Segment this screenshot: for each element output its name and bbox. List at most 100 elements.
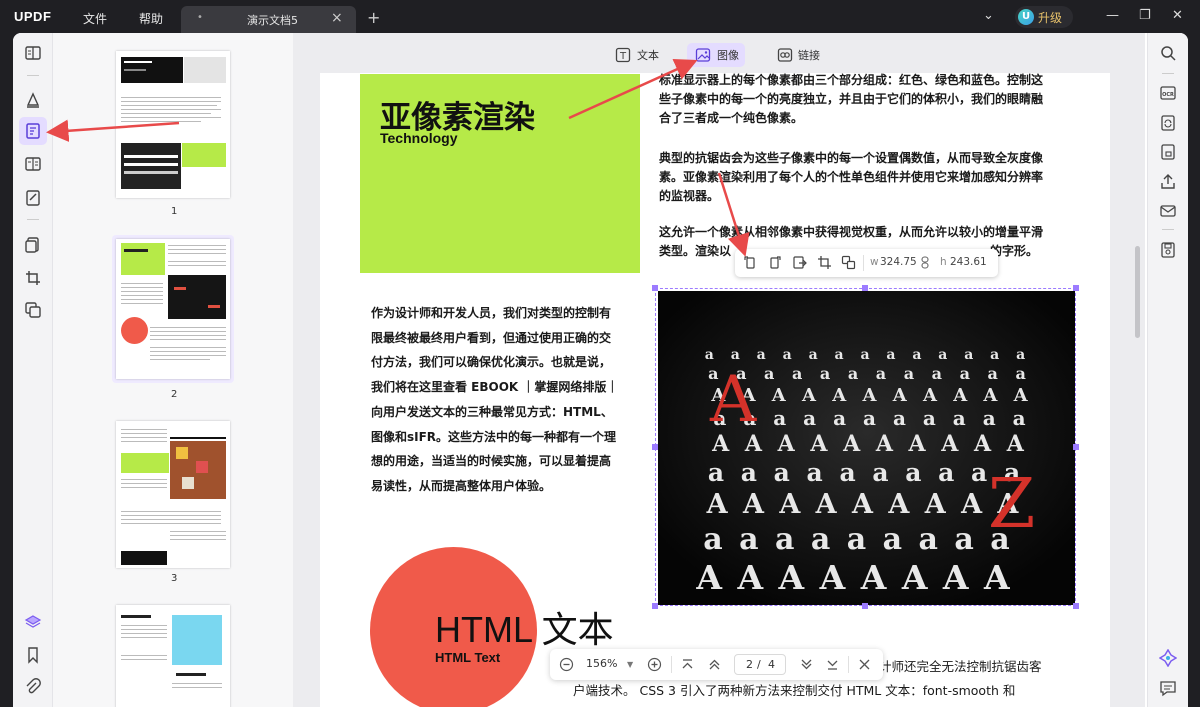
page-thumbnail-2[interactable] [116,239,230,379]
height-value[interactable]: 243.61 [950,256,987,268]
resize-handle[interactable] [862,285,868,291]
image-edit-toolbar: w 324.75 h 243.61 [735,249,998,277]
page-number-1: 1 [171,206,178,217]
svg-text:OCR: OCR [1162,92,1174,98]
resize-handle[interactable] [652,444,658,450]
fill-sign-icon[interactable] [24,189,42,207]
text-line: 我们将在这里查看 EBOOK ｜掌握网络排版｜ [371,380,619,395]
convert-pdf-icon[interactable] [1159,114,1177,132]
right-paragraph-2[interactable]: 典型的抗锯齿会为这些子像素中的每一个设置偶数值，从而导致全灰度像 素。亚像素渲染… [659,149,1077,206]
crop-page-icon[interactable] [24,269,42,287]
html-text-title[interactable]: HTML 文本 [435,601,614,653]
document-tab[interactable]: • 演示文档5 × [181,6,356,33]
chevron-down-icon[interactable]: ⌄ [983,8,994,23]
total-pages: 4 [768,658,775,671]
page-input-box[interactable]: 2 / 4 [734,654,786,675]
ocr-icon[interactable]: OCR [1159,84,1177,102]
image-selection-box[interactable] [655,288,1076,606]
share-icon[interactable] [1159,173,1177,191]
edit-pdf-icon[interactable] [24,122,42,140]
attachment-icon[interactable] [24,678,42,696]
text-line: 的监视器。 [659,189,720,203]
upgrade-button[interactable]: U 升级 [1015,6,1073,28]
first-page-icon[interactable] [681,658,694,671]
link-tool-button[interactable]: 链接 [772,43,834,67]
comment-pen-icon[interactable] [24,91,42,109]
resize-handle[interactable] [652,603,658,609]
avatar: U [1018,9,1034,25]
close-nav-icon[interactable] [858,658,871,671]
rotate-left-icon[interactable] [743,255,758,270]
bottom-text-line-2[interactable]: 户端技术。 CSS 3 引入了两种新方法来控制交付 HTML 文本：font-s… [573,681,1015,700]
zoom-level[interactable]: 156% [586,657,617,670]
text-tool-button[interactable]: T 文本 [611,43,665,67]
page-separator: / [757,658,761,671]
current-page[interactable]: 2 [746,658,753,671]
main-window: 1 2 3 T 文本 图像 链接 亚像素渲染 Technology 标准显示器上… [13,33,1188,707]
reader-mode-icon[interactable] [24,44,42,62]
vertical-scrollbar[interactable] [1135,246,1140,338]
minimize-button[interactable]: — [1106,8,1119,23]
bookmark-icon[interactable] [24,646,42,664]
restore-button[interactable]: ❐ [1139,8,1151,23]
page-number-2: 2 [171,389,178,400]
text-tool-label: 文本 [637,49,659,62]
left-paragraph[interactable]: 作为设计师和开发人员，我们对类型的控制有 限最终被最终用户看到，但通过使用正确的… [371,301,639,499]
text-line: 付方法，我们可以确保优化演示。也就是说， [371,355,612,370]
organize-pages-icon[interactable] [24,155,42,173]
replace-image-icon[interactable] [841,255,856,270]
text-tool-icon: T [615,47,631,63]
page-thumbnail-3[interactable] [116,421,230,568]
right-toolbar: OCR [1147,33,1188,707]
extract-image-icon[interactable] [792,255,807,270]
image-tool-icon [695,48,711,62]
tab-title: 演示文档5 [247,14,298,27]
search-icon[interactable] [1159,44,1177,62]
resize-handle[interactable] [862,603,868,609]
tab-close-icon[interactable]: × [331,10,343,26]
menu-help[interactable]: 帮助 [139,10,163,27]
page-thumbnail-4[interactable] [116,605,230,707]
bottom-text-line-1[interactable]: 计师还完全无法控制抗锯齿客 [879,657,1042,676]
next-page-icon[interactable] [800,658,813,671]
doc-subtitle[interactable]: Technology [380,130,458,146]
previous-page-icon[interactable] [708,658,721,671]
image-tool-button[interactable]: 图像 [687,43,745,67]
right-paragraph-1[interactable]: 标准显示器上的每个像素都由三个部分组成：红色、绿色和蓝色。控制这 些子像素中的每… [659,71,1077,128]
crop-icon[interactable] [817,255,832,270]
email-icon[interactable] [1159,202,1177,220]
width-value[interactable]: 324.75 [880,256,917,268]
new-tab-button[interactable]: + [367,8,380,27]
text-line: 些子像素中的每一个的亮度独立，并且由于它们的体积小，我们的眼睛融 [659,92,1044,106]
resize-handle[interactable] [1073,603,1079,609]
protect-icon[interactable] [1159,143,1177,161]
save-icon[interactable] [1159,241,1177,259]
html-text-subtitle[interactable]: HTML Text [435,650,500,665]
image-tool-label: 图像 [717,49,739,62]
text-line: 图像和sIFR。这些方法中的每一种都有一个理 [371,429,617,444]
zoom-dropdown-icon[interactable]: ▼ [627,660,633,669]
convert-icon[interactable] [24,236,42,254]
comment-icon[interactable] [1159,679,1177,697]
lock-ratio-icon[interactable] [919,255,931,270]
thumbnail-panel: 1 2 3 [53,33,293,707]
title-bar: UPDF 文件 帮助 • 演示文档5 × + ⌄ U 升级 — ❐ ✕ [0,0,1200,33]
resize-handle[interactable] [652,285,658,291]
layers-icon[interactable] [24,613,42,631]
zoom-out-icon[interactable] [559,657,574,672]
text-line: 易读性，从而提高整体用户体验。 [371,478,552,493]
page-thumbnail-1[interactable] [116,51,230,198]
upgrade-label: 升级 [1038,11,1063,25]
ai-assistant-icon[interactable] [1159,649,1177,667]
menu-file[interactable]: 文件 [83,10,107,27]
svg-text:T: T [619,51,627,62]
last-page-icon[interactable] [826,658,839,671]
divider [671,656,672,673]
resize-handle[interactable] [1073,285,1079,291]
close-window-button[interactable]: ✕ [1172,8,1183,23]
rotate-right-icon[interactable] [767,255,782,270]
page-tools-icon[interactable] [24,301,42,319]
zoom-in-icon[interactable] [647,657,662,672]
resize-handle[interactable] [1073,444,1079,450]
updf-logo[interactable]: UPDF [14,9,51,24]
